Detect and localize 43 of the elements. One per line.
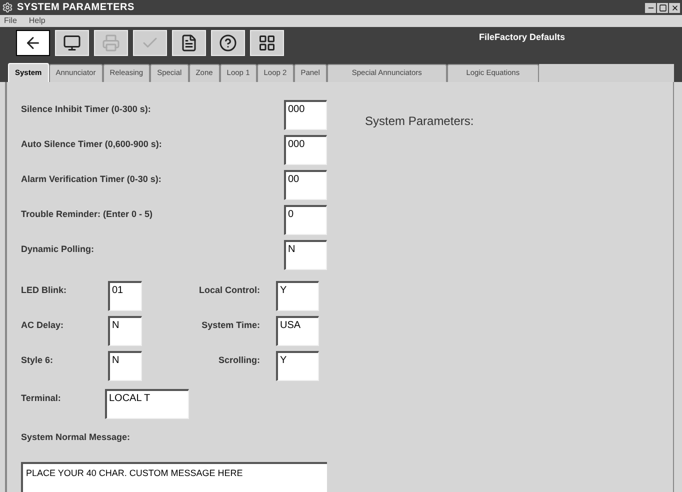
- close-icon: [670, 4, 678, 12]
- text-field[interactable]: LOCAL T: [105, 388, 189, 418]
- maximize-icon: [658, 4, 666, 12]
- field-label: Style 6:: [21, 354, 54, 367]
- toolbar-caption: FileFactory Defaults: [479, 30, 566, 44]
- message-field[interactable]: PLACE YOUR 40 CHAR. CUSTOM MESSAGE HERE: [21, 462, 327, 492]
- menu-item[interactable]: File: [4, 15, 17, 28]
- field-label: Silence Inhibit Timer (0-300 s):: [21, 102, 151, 116]
- text-field[interactable]: Y: [276, 350, 319, 380]
- close-button[interactable]: [669, 2, 680, 12]
- maximize-button[interactable]: [657, 2, 668, 12]
- text-field[interactable]: N: [284, 240, 327, 270]
- field-label: Dynamic Polling:: [21, 242, 94, 256]
- text-field[interactable]: 000: [284, 134, 327, 164]
- text-field[interactable]: N: [108, 316, 142, 346]
- field-label: Trouble Reminder: (Enter 0 - 5): [21, 208, 153, 221]
- panel-heading: System Parameters:: [365, 114, 474, 128]
- field-label: Auto Silence Timer (0,600-900 s):: [21, 138, 162, 151]
- grid-icon: [258, 34, 276, 52]
- text-field[interactable]: Y: [276, 280, 319, 310]
- field-label: LED Blink:: [21, 284, 68, 296]
- app-icon: [2, 2, 13, 13]
- field-label: System Time:: [200, 318, 261, 332]
- window-title: SYSTEM PARAMETERS: [17, 1, 134, 15]
- text-field[interactable]: USA: [276, 316, 319, 346]
- menu-item[interactable]: Help: [28, 15, 46, 28]
- field-label: System Normal Message:: [21, 430, 132, 444]
- monitor-icon: [63, 34, 81, 52]
- text-field[interactable]: 01: [108, 280, 142, 310]
- toolbar-button[interactable]: [16, 30, 50, 56]
- document-icon: [180, 34, 198, 52]
- field-label: Local Control:: [198, 284, 261, 296]
- minimize-button[interactable]: [645, 2, 656, 12]
- field-label: Terminal:: [21, 392, 62, 404]
- text-field[interactable]: 0: [284, 204, 327, 234]
- field-label: Alarm Verification Timer (0-30 s):: [21, 172, 162, 186]
- text-field[interactable]: N: [108, 350, 142, 380]
- text-field[interactable]: 00: [284, 170, 327, 200]
- field-label: AC Delay:: [21, 318, 65, 332]
- field-label: Scrolling:: [217, 354, 261, 367]
- printer-icon: [102, 34, 120, 52]
- help-icon: [219, 34, 237, 52]
- text-field[interactable]: 000: [284, 100, 327, 130]
